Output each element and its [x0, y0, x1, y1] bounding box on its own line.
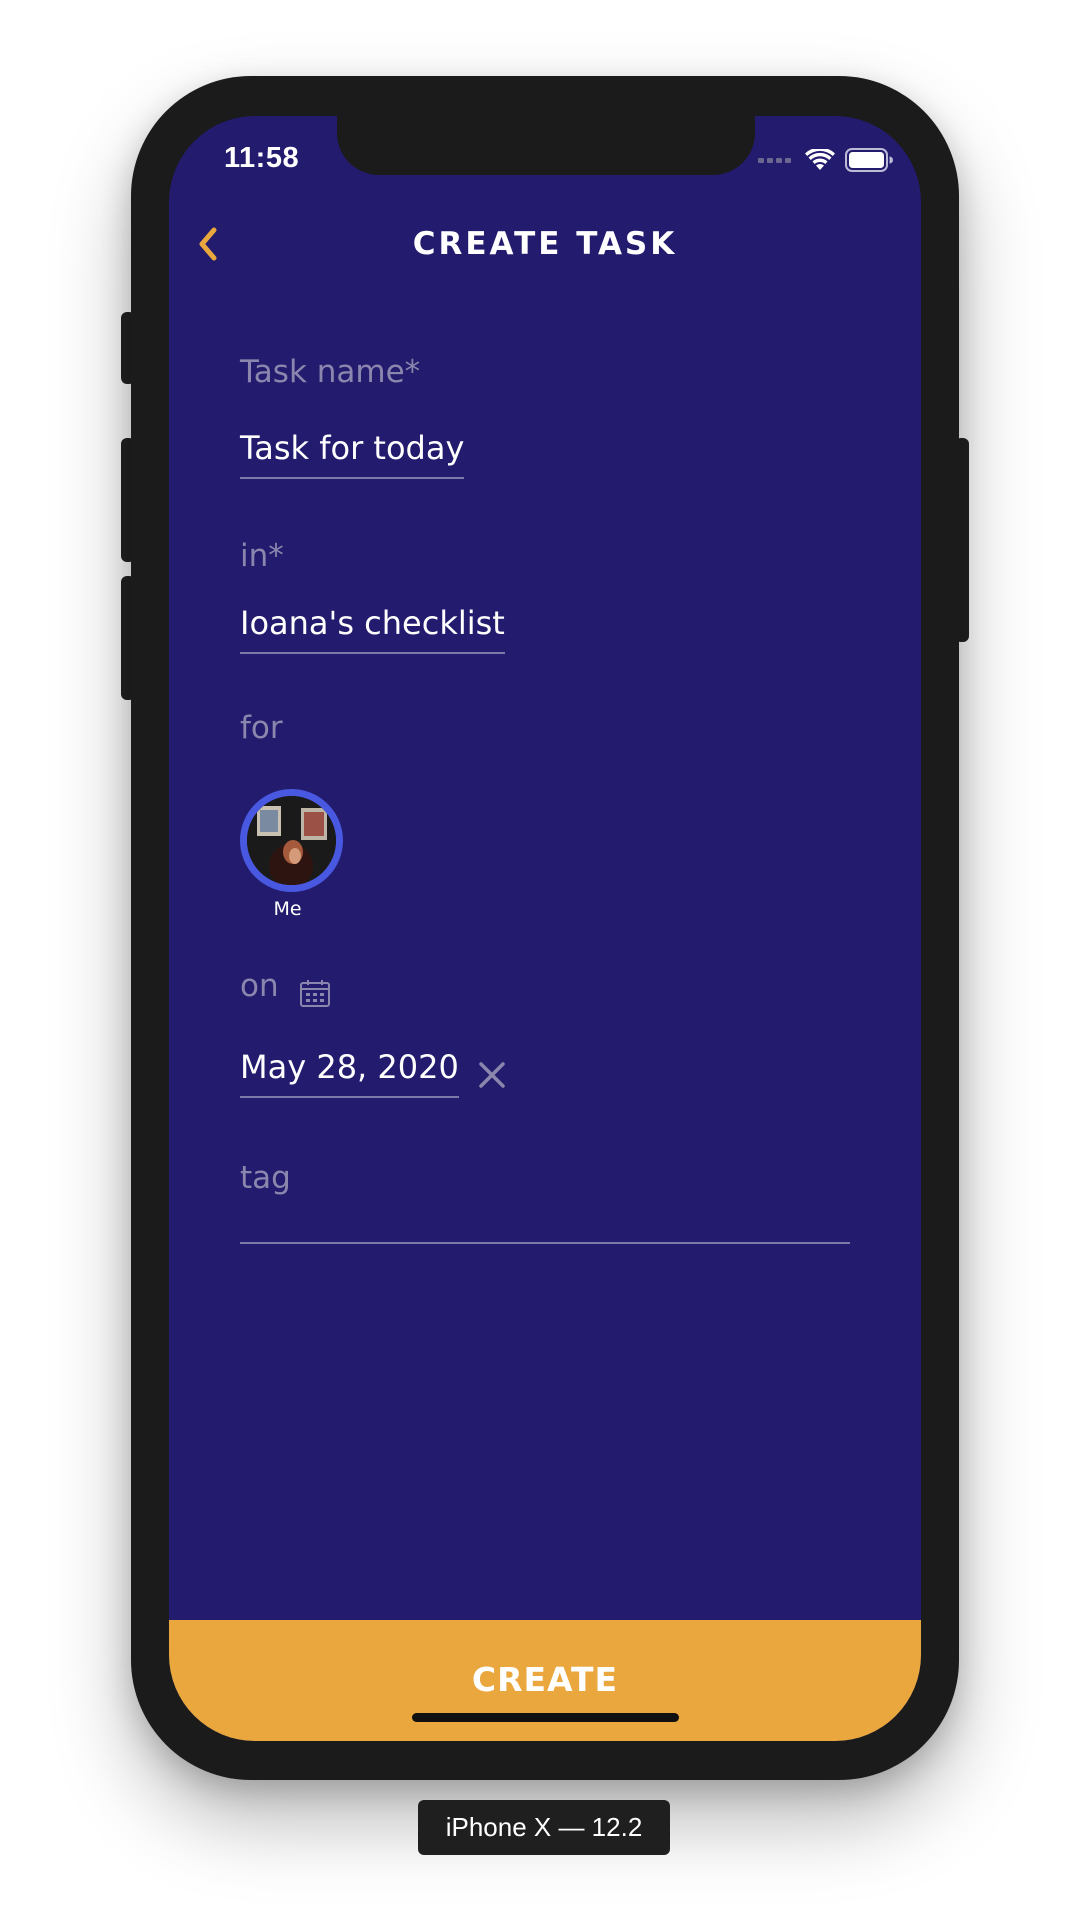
status-icons — [758, 148, 893, 172]
wifi-icon — [805, 149, 835, 170]
close-icon[interactable] — [477, 1060, 507, 1090]
checklist-label: in* — [240, 538, 284, 574]
due-date-label: on — [240, 968, 279, 1004]
device-notch — [337, 116, 755, 175]
user-photo — [247, 796, 336, 885]
assignee-me[interactable]: Me — [240, 789, 343, 920]
home-indicator — [412, 1713, 679, 1722]
assignee-name: Me — [273, 898, 302, 920]
checklist-select[interactable]: Ioana's checklist — [240, 604, 505, 654]
cellular-signal-icon — [758, 157, 791, 163]
tag-input[interactable] — [240, 1202, 850, 1244]
app-screen: 11:58 CREATE TASK Task name* Task for to… — [169, 116, 921, 1741]
simulator-stage: 11:58 CREATE TASK Task name* Task for to… — [0, 0, 1090, 1928]
avatar — [240, 789, 343, 892]
task-name-input[interactable]: Task for today — [240, 429, 465, 479]
assignees-label: for — [240, 710, 283, 746]
calendar-icon[interactable] — [299, 978, 331, 1008]
battery-icon — [845, 148, 893, 172]
tag-label: tag — [240, 1160, 291, 1196]
create-button-label: CREATE — [471, 1660, 619, 1699]
due-date-input[interactable]: May 28, 2020 — [240, 1048, 459, 1098]
create-button[interactable]: CREATE — [169, 1620, 921, 1741]
page-title: CREATE TASK — [412, 226, 678, 262]
task-name-label: Task name* — [240, 354, 421, 390]
status-time: 11:58 — [224, 142, 300, 174]
device-caption: iPhone X — 12.2 — [418, 1800, 670, 1855]
